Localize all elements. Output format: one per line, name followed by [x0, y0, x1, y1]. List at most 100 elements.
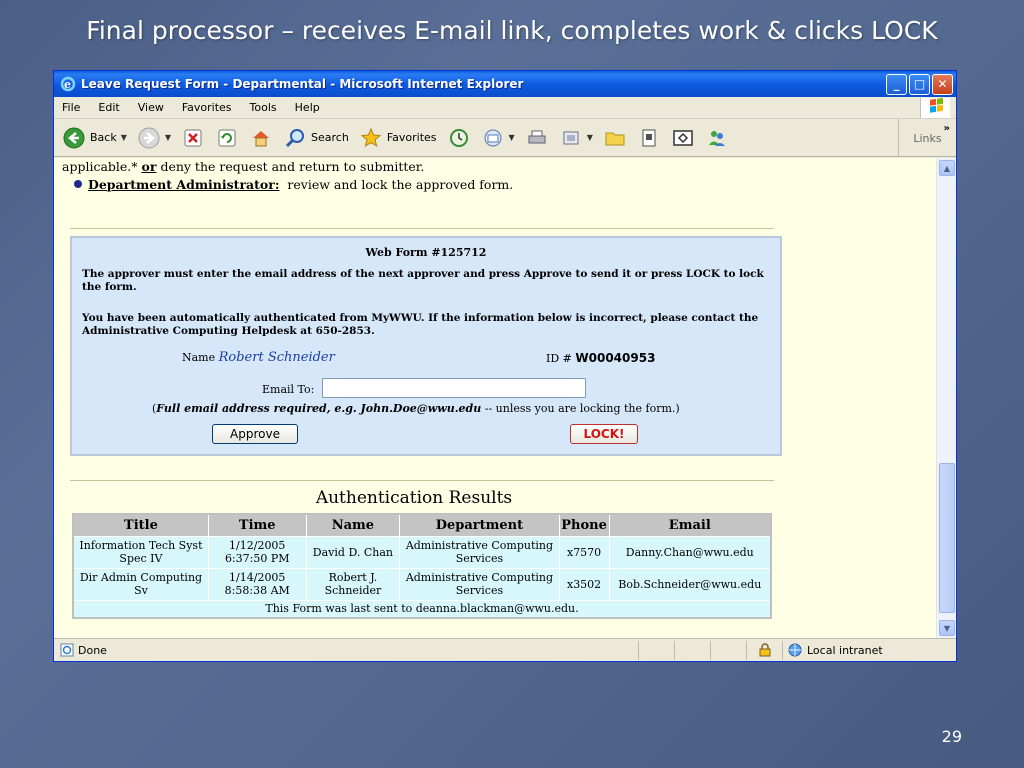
- slide-title: Final processor – receives E-mail link, …: [86, 16, 938, 45]
- auth-results-table: Title Time Name Department Phone Email I…: [72, 513, 772, 619]
- approver-instructions: The approver must enter the email addres…: [82, 268, 764, 293]
- ie-logo-icon: e: [60, 76, 76, 92]
- menu-favorites[interactable]: Favorites: [182, 101, 232, 114]
- chevron-right-icon[interactable]: »: [944, 123, 950, 134]
- menu-tools[interactable]: Tools: [250, 101, 277, 114]
- back-button[interactable]: Back ▼: [62, 126, 127, 150]
- name-signature: Robert Schneider: [218, 350, 335, 365]
- close-button[interactable]: ✕: [932, 73, 953, 95]
- menu-bar: File Edit View Favorites Tools Help: [54, 97, 956, 119]
- minimize-button[interactable]: _: [886, 73, 907, 95]
- folder-button[interactable]: [603, 126, 627, 150]
- mail-icon: [481, 126, 505, 150]
- approve-button[interactable]: Approve: [212, 424, 298, 444]
- slide-number: 29: [941, 727, 962, 746]
- chevron-down-icon[interactable]: ▼: [587, 133, 593, 142]
- scroll-down-icon[interactable]: ▼: [939, 620, 955, 636]
- lock-button[interactable]: LOCK!: [570, 424, 638, 444]
- col-department: Department: [399, 513, 560, 537]
- col-phone: Phone: [558, 513, 610, 537]
- edit-button[interactable]: ▼: [559, 126, 593, 150]
- instructions: applicable.* or deny the request and ret…: [62, 158, 513, 194]
- status-bar: Done Local intranet: [54, 638, 956, 661]
- messenger-button[interactable]: [705, 126, 729, 150]
- lock-status-icon: [746, 640, 782, 660]
- email-label: Email To:: [262, 383, 315, 396]
- messenger-icon: [705, 126, 729, 150]
- chevron-down-icon[interactable]: ▼: [509, 133, 515, 142]
- refresh-button[interactable]: [215, 126, 239, 150]
- menu-view[interactable]: View: [138, 101, 164, 114]
- table-row: Dir Admin Computing Sv 1/14/2005 8:58:38…: [72, 567, 772, 601]
- folder-icon: [603, 126, 627, 150]
- email-to-input[interactable]: [322, 378, 586, 398]
- messenger-window-button[interactable]: [671, 126, 695, 150]
- links-toolbar[interactable]: Links »: [898, 119, 956, 157]
- email-hint: (Full email address required, e.g. John.…: [152, 402, 680, 415]
- document-icon: [637, 126, 661, 150]
- dept-admin-label: Department Administrator:: [88, 177, 280, 192]
- home-icon: [249, 126, 273, 150]
- search-button[interactable]: Search: [283, 126, 349, 150]
- favorites-button[interactable]: Favorites: [359, 126, 437, 150]
- chevron-down-icon[interactable]: ▼: [121, 133, 127, 142]
- history-icon: [447, 126, 471, 150]
- col-name: Name: [305, 513, 401, 537]
- forward-arrow-icon: [137, 126, 161, 150]
- divider: [70, 480, 774, 481]
- col-email: Email: [608, 513, 772, 537]
- auth-results-title: Authentication Results: [315, 488, 513, 508]
- window-title: Leave Request Form - Departmental - Micr…: [81, 77, 524, 91]
- col-time: Time: [207, 513, 307, 537]
- browser-window: e Leave Request Form - Departmental - Mi…: [53, 70, 957, 662]
- links-label: Links: [913, 131, 942, 145]
- scroll-thumb[interactable]: [939, 463, 955, 613]
- divider: [70, 228, 774, 229]
- menu-edit[interactable]: Edit: [98, 101, 119, 114]
- col-title: Title: [72, 513, 209, 537]
- print-button[interactable]: [525, 126, 549, 150]
- window-icon: [671, 126, 695, 150]
- star-icon: [359, 126, 383, 150]
- svg-text:e: e: [64, 78, 71, 91]
- menu-help[interactable]: Help: [295, 101, 320, 114]
- id-value: W00040953: [575, 351, 656, 365]
- page-done-icon: [60, 643, 74, 657]
- intranet-icon: [787, 643, 803, 657]
- edit-page-icon: [559, 126, 583, 150]
- mail-button[interactable]: ▼: [481, 126, 515, 150]
- windows-flag-icon: [920, 97, 950, 118]
- scroll-up-icon[interactable]: ▲: [939, 160, 955, 176]
- id-row: ID # W00040953: [546, 351, 655, 365]
- table-row: Information Tech Syst Spec IV 1/12/2005 …: [72, 535, 772, 569]
- id-label: ID #: [546, 352, 572, 365]
- table-header-row: Title Time Name Department Phone Email: [72, 513, 772, 537]
- instruction-line-2: Department Administrator: review and loc…: [62, 176, 513, 194]
- stop-icon: [181, 126, 205, 150]
- zone-indicator: Local intranet: [782, 640, 932, 660]
- menu-file[interactable]: File: [62, 101, 80, 114]
- forward-button[interactable]: ▼: [137, 126, 171, 150]
- back-arrow-icon: [62, 126, 86, 150]
- home-button[interactable]: [249, 126, 273, 150]
- vertical-scrollbar[interactable]: ▲ ▼: [936, 158, 956, 638]
- auth-notice: You have been automatically authenticate…: [82, 312, 759, 337]
- refresh-icon: [215, 126, 239, 150]
- history-button[interactable]: [447, 126, 471, 150]
- research-button[interactable]: [637, 126, 661, 150]
- web-form-title: Web Form #125712: [365, 246, 487, 259]
- toolbar: Back ▼ ▼ Search Favorites ▼ ▼ Links »: [54, 119, 956, 157]
- stop-button[interactable]: [181, 126, 205, 150]
- bullet-icon: [74, 180, 82, 188]
- maximize-button[interactable]: □: [909, 73, 930, 95]
- chevron-down-icon[interactable]: ▼: [165, 133, 171, 142]
- page-viewport: applicable.* or deny the request and ret…: [54, 158, 956, 638]
- last-sent-note: This Form was last sent to deanna.blackm…: [72, 599, 772, 619]
- instruction-line-1: applicable.* or deny the request and ret…: [62, 159, 425, 174]
- printer-icon: [525, 126, 549, 150]
- web-form-panel: Web Form #125712 The approver must enter…: [70, 236, 782, 456]
- status-text: Done: [78, 643, 107, 657]
- title-bar: e Leave Request Form - Departmental - Mi…: [54, 71, 956, 97]
- name-row: Name Robert Schneider: [182, 350, 335, 365]
- dept-admin-text: review and lock the approved form.: [287, 177, 514, 192]
